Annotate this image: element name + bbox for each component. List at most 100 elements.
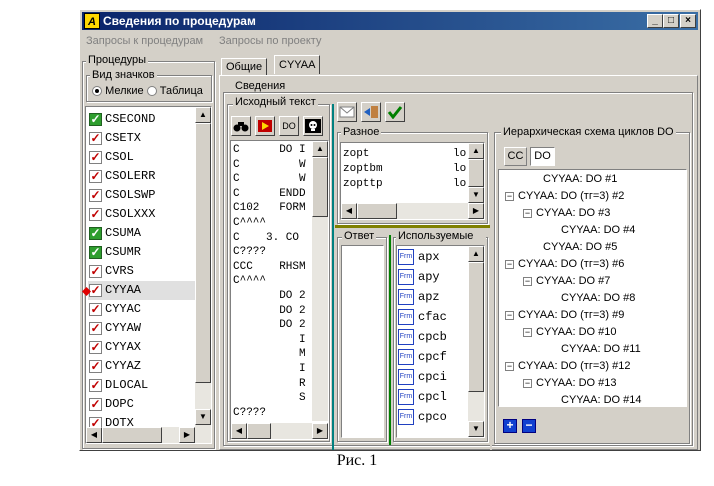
scroll-thumb[interactable] — [195, 123, 211, 383]
collapse-node-icon[interactable]: − — [505, 259, 514, 269]
tree-node[interactable]: CYYAA: DO #14 — [561, 394, 642, 406]
misc-item[interactable]: zoptbm lo — [343, 162, 468, 177]
maximize-button[interactable]: □ — [663, 14, 679, 28]
check-icon[interactable]: ✓ — [89, 303, 102, 316]
collapse-node-icon[interactable]: − — [523, 208, 532, 218]
misc-scroll-right[interactable]: ▶ — [468, 203, 484, 219]
tree-node[interactable]: − CYYAA: DO #13 — [523, 377, 617, 389]
used-item[interactable]: Frm cpco — [398, 408, 468, 427]
tree-node[interactable]: − CYYAA: DO #10 — [523, 326, 617, 338]
hscroll-thumb[interactable] — [102, 427, 162, 443]
tree-node[interactable]: − CYYAA: DO (тг=3) #12 — [505, 360, 630, 372]
source-hscroll-thumb[interactable] — [247, 423, 271, 439]
menu-item-procedure-queries[interactable]: Запросы к процедурам — [86, 35, 203, 47]
skull-icon[interactable] — [303, 116, 323, 136]
do-filter-button[interactable]: DO — [279, 116, 299, 136]
used-scroll-thumb[interactable] — [468, 262, 484, 392]
splitter-green[interactable] — [389, 235, 391, 445]
collapse-node-icon[interactable]: − — [505, 191, 514, 201]
tree-node[interactable]: − CYYAA: DO (тг=3) #2 — [505, 190, 624, 202]
procedure-item[interactable]: ✓ DOPC — [88, 395, 196, 414]
procedure-item[interactable]: ✓ CSOLERR — [88, 167, 196, 186]
source-scroll-right[interactable]: ▶ — [312, 423, 328, 439]
procedures-vscroll[interactable]: ▲ ▼ — [195, 107, 211, 427]
check-icon[interactable]: ✓ — [89, 246, 102, 259]
scroll-right-button[interactable]: ▶ — [179, 427, 195, 443]
procedure-item[interactable]: ✓ CYYAA — [88, 281, 196, 300]
used-item[interactable]: Frm cpci — [398, 368, 468, 387]
source-text-box[interactable]: C DO IC WC WC ENDD C102 FORM C^^^^ C 3. CO C… — [230, 140, 329, 440]
scroll-left-button[interactable]: ◀ — [86, 427, 102, 443]
check-icon[interactable]: ✓ — [89, 151, 102, 164]
used-item[interactable]: Frm apy — [398, 268, 468, 287]
collapse-node-icon[interactable]: − — [523, 378, 532, 388]
check-icon[interactable]: ✓ — [89, 265, 102, 278]
source-scroll-left[interactable]: ◀ — [231, 423, 247, 439]
close-button[interactable]: × — [680, 14, 696, 28]
used-item[interactable]: Frm cpcb — [398, 328, 468, 347]
collapse-node-icon[interactable]: − — [505, 361, 514, 371]
tree-view[interactable]: CYYAA: DO #1− CYYAA: DO (тг=3) #2− CYYAA: … — [498, 169, 687, 407]
collapse-node-icon[interactable]: − — [523, 327, 532, 337]
misc-hscroll[interactable]: ◀ ▶ — [341, 203, 484, 219]
procedure-item[interactable]: ✓ CYYAZ — [88, 357, 196, 376]
check-icon[interactable]: ✓ — [89, 398, 102, 411]
used-item[interactable]: Frm cpcf — [398, 348, 468, 367]
procedure-item[interactable]: ✓ CSOL — [88, 148, 196, 167]
splitter-misc[interactable] — [490, 130, 492, 450]
check-icon[interactable]: ✓ — [89, 113, 102, 126]
run-icon[interactable] — [255, 116, 275, 136]
misc-item[interactable]: zopt lo — [343, 147, 468, 162]
tree-node[interactable]: CYYAA: DO #8 — [561, 292, 635, 304]
exit-icon[interactable] — [361, 102, 381, 122]
procedure-item[interactable]: ✓ CSUMA — [88, 224, 196, 243]
used-scroll-up[interactable]: ▲ — [468, 246, 484, 262]
check-icon[interactable]: ✓ — [89, 360, 102, 373]
collapse-node-icon[interactable]: − — [523, 276, 532, 286]
menu-item-project-queries[interactable]: Запросы по проекту — [219, 35, 321, 47]
procedure-item[interactable]: ✓ CVRS — [88, 262, 196, 281]
procedure-item[interactable]: ✓ CSUMR — [88, 243, 196, 262]
check-icon[interactable]: ✓ — [89, 417, 102, 427]
tree-node[interactable]: CYYAA: DO #1 — [543, 173, 617, 185]
misc-scroll-up[interactable]: ▲ — [468, 143, 484, 159]
source-hscroll[interactable]: ◀ ▶ — [231, 423, 328, 439]
check-icon[interactable]: ✓ — [89, 322, 102, 335]
check-icon[interactable]: ✓ — [89, 227, 102, 240]
tree-node[interactable]: − CYYAA: DO #7 — [523, 275, 610, 287]
tree-node[interactable]: − CYYAA: DO (тг=3) #9 — [505, 309, 624, 321]
answer-box[interactable] — [341, 245, 384, 438]
check-icon[interactable]: ✓ — [89, 341, 102, 354]
used-item[interactable]: Frm cpcl — [398, 388, 468, 407]
source-vscroll[interactable]: ▲ — [312, 141, 328, 421]
procedure-item[interactable]: ✓ CYYAX — [88, 338, 196, 357]
tree-node[interactable]: CYYAA: DO #11 — [561, 343, 641, 355]
tree-node[interactable]: CYYAA: DO #5 — [543, 241, 617, 253]
misc-scroll-thumb[interactable] — [468, 159, 484, 187]
title-bar[interactable]: A Сведения по процедурам _ □ × — [82, 12, 698, 30]
check-icon[interactable]: ✓ — [89, 208, 102, 221]
splitter-olive[interactable] — [335, 225, 491, 228]
check-icon[interactable]: ✓ — [89, 170, 102, 183]
tree-tab-cc[interactable]: CC — [504, 147, 527, 166]
procedure-item[interactable]: ✓ CSOLXXX — [88, 205, 196, 224]
misc-scroll-down[interactable]: ▼ — [468, 187, 484, 203]
check-icon[interactable]: ✓ — [89, 189, 102, 202]
procedure-item[interactable]: ✓ CSETX — [88, 129, 196, 148]
procedure-item[interactable]: ✓ CYYAC — [88, 300, 196, 319]
collapse-all-button[interactable]: − — [522, 419, 536, 433]
tree-tab-do[interactable]: DO — [530, 147, 555, 166]
collapse-node-icon[interactable]: − — [505, 310, 514, 320]
scroll-up-button[interactable]: ▲ — [195, 107, 211, 123]
tree-node[interactable]: − CYYAA: DO #3 — [523, 207, 610, 219]
used-vscroll[interactable]: ▲ ▼ — [468, 246, 484, 437]
radio-small[interactable] — [92, 86, 102, 97]
misc-scroll-left[interactable]: ◀ — [341, 203, 357, 219]
check-tool-icon[interactable] — [385, 102, 405, 122]
used-scroll-down[interactable]: ▼ — [468, 421, 484, 437]
used-item[interactable]: Frm apz — [398, 288, 468, 307]
procedure-item[interactable]: ✓ CSOLSWP — [88, 186, 196, 205]
minimize-button[interactable]: _ — [647, 14, 663, 28]
radio-table[interactable] — [146, 86, 157, 97]
source-scroll-thumb[interactable] — [312, 157, 328, 217]
